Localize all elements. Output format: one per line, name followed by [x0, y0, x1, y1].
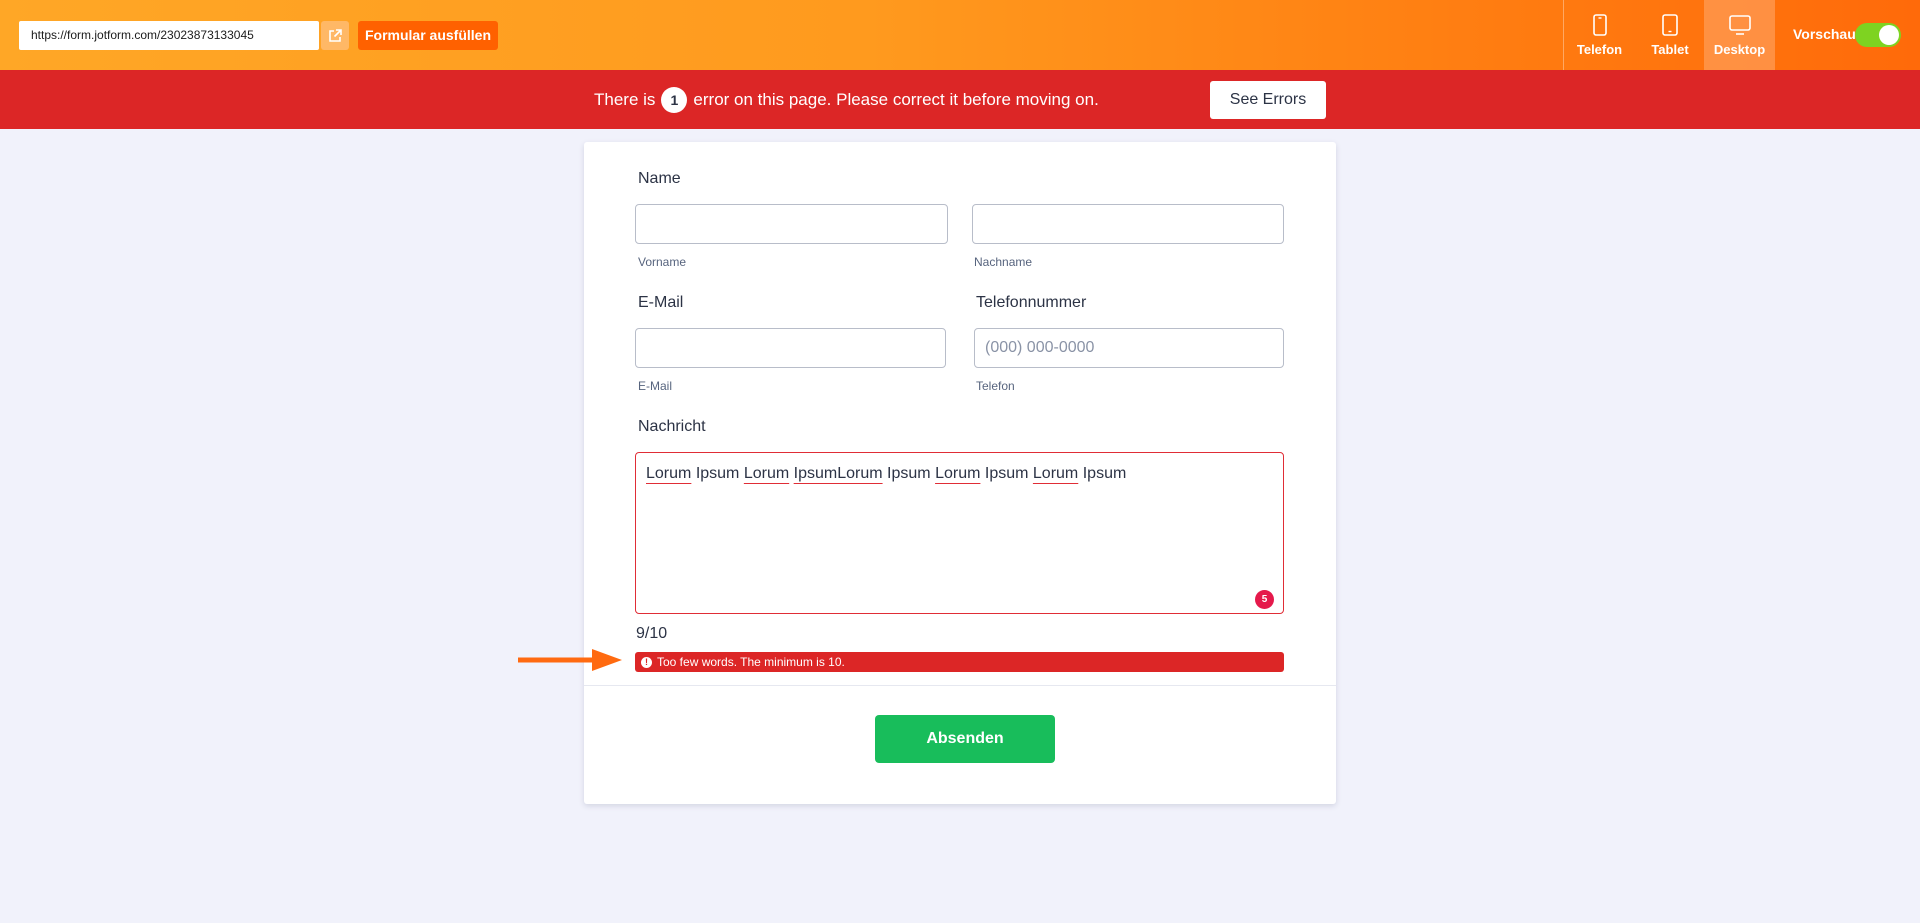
lastname-input[interactable] [972, 204, 1284, 244]
field-error-message: ! Too few words. The minimum is 10. [635, 652, 1284, 672]
device-tablet-label: Tablet [1651, 41, 1689, 57]
firstname-input[interactable] [635, 204, 948, 244]
device-desktop-button[interactable]: Desktop [1704, 0, 1775, 70]
submit-button[interactable]: Absenden [875, 715, 1055, 763]
message-textarea[interactable]: Lorum Ipsum Lorum IpsumLorum Ipsum Lorum… [635, 452, 1284, 614]
lastname-sublabel: Nachname [974, 255, 1033, 269]
toggle-knob [1879, 25, 1899, 45]
arrow-annotation-icon [518, 649, 622, 671]
firstname-sublabel: Vorname [638, 255, 687, 269]
error-text-before: There is [594, 89, 656, 109]
preview-label: Vorschau [1793, 26, 1856, 42]
message-word: Ipsum [984, 465, 1029, 482]
form-card: Name Vorname Nachname E-Mail Telefonnumm… [584, 142, 1336, 804]
phone-icon [1592, 13, 1607, 36]
name-label: Name [638, 170, 681, 187]
phone-label: Telefonnummer [976, 294, 1087, 311]
error-banner-text: There is 1 error on this page. Please co… [594, 70, 1099, 129]
form-url-field[interactable]: https://form.jotform.com/23023873133045 [19, 21, 319, 50]
message-word: Ipsum [695, 465, 740, 482]
email-input[interactable] [635, 328, 946, 368]
device-phone-button[interactable]: Telefon [1563, 0, 1635, 70]
grammar-issues-badge[interactable]: 5 [1255, 590, 1274, 609]
message-word: Lorum [1032, 465, 1079, 482]
top-toolbar: https://form.jotform.com/23023873133045 … [0, 0, 1920, 70]
phone-sublabel: Telefon [976, 379, 1015, 393]
message-label: Nachricht [638, 418, 706, 435]
fill-form-button[interactable]: Formular ausfüllen [358, 21, 498, 50]
device-desktop-label: Desktop [1713, 41, 1766, 57]
message-word: Lorum [935, 465, 981, 482]
message-word: Ipsum [887, 465, 931, 482]
preview-toggle[interactable] [1855, 23, 1901, 47]
email-label: E-Mail [638, 294, 684, 311]
message-word: Lorum [646, 465, 692, 482]
open-external-button[interactable] [321, 21, 349, 50]
form-divider [584, 685, 1336, 686]
message-word: Lorum [743, 465, 790, 482]
desktop-icon [1728, 14, 1751, 35]
error-count-badge: 1 [661, 86, 688, 113]
phone-input[interactable]: (000) 000-0000 [974, 328, 1284, 368]
tablet-icon [1662, 13, 1678, 36]
field-error-text: Too few words. The minimum is 10. [657, 655, 845, 669]
device-phone-label: Telefon [1576, 41, 1623, 57]
email-sublabel: E-Mail [638, 379, 673, 393]
error-text-after: error on this page. Please correct it be… [693, 89, 1099, 109]
error-banner: There is 1 error on this page. Please co… [0, 70, 1920, 129]
message-word: IpsumLorum [793, 465, 883, 482]
external-link-icon [329, 28, 342, 42]
alert-icon: ! [641, 656, 652, 668]
device-tablet-button[interactable]: Tablet [1635, 0, 1705, 70]
message-word: Ipsum [1082, 465, 1127, 482]
see-errors-button[interactable]: See Errors [1210, 81, 1326, 119]
word-counter: 9/10 [636, 625, 668, 642]
